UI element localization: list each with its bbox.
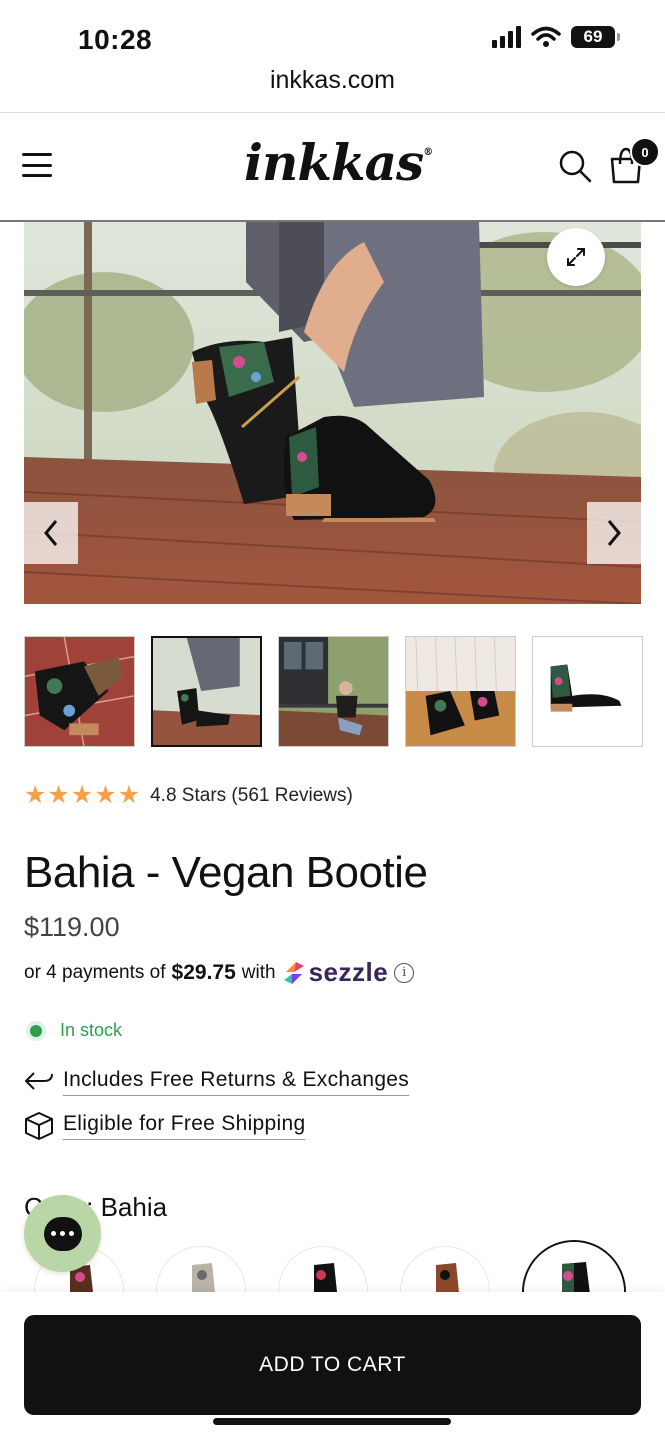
stock-status: In stock [30,1020,122,1041]
logo[interactable]: inkkas® [244,133,433,192]
home-indicator [213,1418,451,1425]
expand-image-button[interactable] [547,228,605,286]
url-bar[interactable]: inkkas.com [0,66,665,95]
status-time: 10:28 [78,24,153,55]
star-icon: ★ [24,781,47,809]
logo-text: inkkas [244,133,424,192]
info-icon[interactable]: i [394,962,415,983]
rating-text: 4.8 Stars (561 Reviews) [150,784,353,806]
product-main-image[interactable] [24,222,641,604]
thumbnail-1[interactable] [24,636,135,747]
color-label-value: Bahia [100,1192,168,1222]
product-price: $119.00 [24,912,120,942]
chevron-right-icon [607,520,621,546]
expand-icon [567,248,585,266]
perk-free-shipping[interactable]: Eligible for Free Shipping [24,1111,306,1141]
thumbnail-4[interactable] [405,636,516,747]
sezzle-prefix: or 4 payments of [24,961,166,983]
rating-stars: ★ ★ ★ ★ ★ [24,783,140,808]
next-image-button[interactable] [587,502,641,564]
wifi-icon [531,26,561,47]
thumbnail-2[interactable] [151,636,262,747]
status-icons: 69 [492,26,620,48]
return-arrow-icon [25,1072,53,1090]
box-icon [25,1112,53,1140]
thumbnail-gallery [24,636,643,747]
product-rating[interactable]: ★ ★ ★ ★ ★ 4.8 Stars (561 Reviews) [24,783,353,808]
sezzle-installments: or 4 payments of $29.75 with sezzle i [24,957,415,988]
stock-dot-icon [30,1024,42,1037]
logo-trademark: ® [423,147,433,158]
stock-text: In stock [60,1020,123,1040]
chat-icon [43,1216,82,1251]
menu-icon[interactable] [22,153,52,177]
sezzle-mark-icon [283,961,304,984]
search-icon[interactable] [558,149,592,183]
perk-free-shipping-label: Eligible for Free Shipping [63,1112,306,1140]
chevron-left-icon [44,520,58,546]
battery-icon: 69 [571,26,620,48]
chat-widget-button[interactable] [24,1195,101,1272]
star-icon: ★ [94,781,117,809]
product-title: Bahia - Vegan Bootie [24,848,428,897]
signal-icon [492,26,521,48]
cart-count-badge: 0 [630,137,660,167]
site-header: inkkas® 0 [0,112,665,222]
sezzle-brand: sezzle [308,957,389,987]
star-icon: ★ [70,781,94,809]
sezzle-suffix: with [241,961,276,983]
add-to-cart-button[interactable]: ADD TO CART [24,1315,641,1415]
sezzle-logo[interactable]: sezzle [282,957,389,988]
previous-image-button[interactable] [24,502,78,564]
perk-free-returns-label: Includes Free Returns & Exchanges [63,1068,410,1096]
thumbnail-5[interactable] [532,636,643,747]
star-icon: ★ [47,781,70,809]
thumbnail-3[interactable] [278,636,389,747]
star-icon: ★ [117,781,141,809]
status-bar: 10:28 69 [0,0,665,64]
perk-free-returns[interactable]: Includes Free Returns & Exchanges [24,1068,410,1096]
sezzle-amount: $29.75 [171,960,236,984]
